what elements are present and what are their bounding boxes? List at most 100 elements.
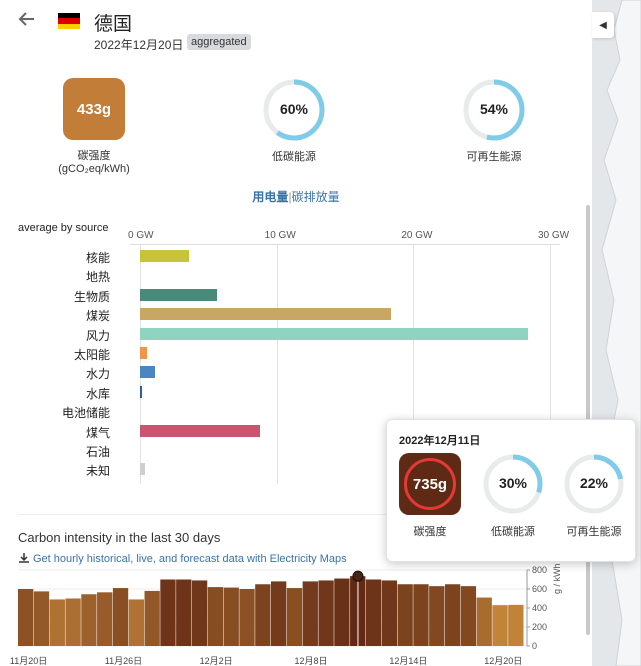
- collapse-panel-button[interactable]: ◀: [592, 12, 614, 38]
- history-bar[interactable]: [429, 586, 445, 646]
- api-link[interactable]: Get hourly historical, live, and forecas…: [18, 552, 347, 565]
- history-bar[interactable]: [381, 580, 397, 646]
- source-chart-title: average by source: [18, 222, 109, 234]
- x-tick-label: 30 GW: [538, 230, 570, 241]
- history-bar[interactable]: [239, 589, 255, 646]
- source-bar[interactable]: [140, 250, 190, 262]
- y-tick-label: 600: [532, 584, 547, 594]
- x-tick-label: 11月26日: [104, 656, 143, 666]
- y-tick-label: 400: [532, 603, 547, 613]
- x-tick-label: 12月2日: [199, 656, 233, 666]
- history-bar[interactable]: [365, 579, 382, 647]
- history-bar[interactable]: [255, 584, 271, 646]
- axis-line: [130, 244, 560, 245]
- history-bar[interactable]: [49, 599, 65, 646]
- gridline: [276, 244, 278, 484]
- source-label: 石油: [85, 445, 110, 459]
- source-bar[interactable]: [140, 366, 156, 379]
- tooltip-low-carbon-label: 低碳能源: [491, 526, 535, 538]
- source-label: 水力: [85, 367, 110, 382]
- low-carbon-label: 低碳能源: [272, 151, 316, 163]
- renewable-label: 可再生能源: [466, 151, 522, 163]
- source-label: 煤炭: [85, 309, 110, 324]
- history-bar[interactable]: [207, 587, 224, 646]
- history-title: Carbon intensity in the last 30 days: [18, 530, 221, 545]
- history-bar-chart[interactable]: 800 600 400 200 0: [0, 565, 592, 666]
- source-label: 电池储能: [61, 406, 110, 421]
- selection-marker[interactable]: [352, 570, 364, 582]
- map-area[interactable]: [592, 0, 641, 666]
- tooltip-renewable-value: 22%: [579, 475, 609, 491]
- history-bar[interactable]: [476, 597, 492, 646]
- x-tick-label: 0 GW: [128, 230, 154, 241]
- toggle-consumption[interactable]: 用电量: [252, 190, 288, 204]
- source-bar[interactable]: [140, 385, 142, 398]
- history-bar[interactable]: [160, 579, 176, 647]
- history-y-label: g / kWh: [552, 563, 562, 594]
- x-tick-label: 10 GW: [264, 230, 296, 241]
- renewable-value: 54%: [479, 101, 509, 117]
- source-label: 风力: [85, 328, 110, 343]
- source-label: 煤气: [85, 425, 110, 440]
- history-bar[interactable]: [112, 588, 129, 646]
- history-bar[interactable]: [444, 584, 461, 646]
- germany-flag-icon: [58, 13, 80, 30]
- history-bar[interactable]: [176, 579, 192, 647]
- history-bar[interactable]: [460, 586, 477, 646]
- download-icon: [18, 552, 30, 564]
- history-bar[interactable]: [97, 592, 113, 646]
- history-bar[interactable]: [18, 589, 34, 646]
- source-bar[interactable]: [140, 347, 147, 359]
- tooltip-card: 2022年12月11日 735g 碳强度 30% 低碳能源 22% 可再生能源: [386, 419, 636, 562]
- gridline: [140, 244, 141, 484]
- toggle-emissions[interactable]: 碳排放量: [292, 190, 340, 204]
- history-bar[interactable]: [397, 584, 413, 646]
- history-bar[interactable]: [144, 590, 160, 646]
- x-tick-label: 12月20日: [484, 656, 523, 666]
- source-label: 核能: [85, 251, 110, 265]
- api-link-text: Get hourly historical, live, and forecas…: [33, 553, 347, 565]
- history-bar[interactable]: [223, 587, 239, 646]
- source-bar[interactable]: [140, 463, 146, 476]
- source-label: 水库: [85, 386, 110, 401]
- tooltip-intensity-square: 735g: [399, 453, 461, 515]
- history-bar[interactable]: [271, 581, 287, 646]
- source-label: 生物质: [73, 289, 110, 304]
- history-bar[interactable]: [508, 604, 524, 646]
- history-bar[interactable]: [492, 605, 508, 646]
- source-bar[interactable]: [140, 327, 529, 340]
- aggregated-badge: aggregated: [187, 34, 251, 50]
- history-bar[interactable]: [191, 580, 208, 646]
- tooltip-renewable-label: 可再生能源: [566, 526, 622, 538]
- history-bar[interactable]: [286, 588, 303, 646]
- low-carbon-value: 60%: [279, 101, 309, 117]
- tooltip-intensity-label: 碳强度: [413, 526, 447, 538]
- carbon-intensity-label: 碳强度 (gCO₂eq/kWh): [58, 150, 130, 175]
- history-bar[interactable]: [65, 598, 81, 647]
- source-bar[interactable]: [140, 424, 261, 437]
- zone-name: 德国: [94, 14, 133, 35]
- source-bar[interactable]: [140, 308, 392, 321]
- source-label: 地热: [85, 270, 110, 285]
- x-tick-label: 12月14日: [389, 656, 428, 666]
- x-tick-label: 12月8日: [294, 656, 328, 666]
- zone-details-panel: 德国 2022年12月20日 aggregated 433g 碳强度 (gCO₂…: [0, 0, 592, 666]
- y-tick-label: 800: [532, 565, 547, 575]
- zone-date: 2022年12月20日: [94, 38, 184, 52]
- history-bar[interactable]: [128, 599, 144, 646]
- history-bar[interactable]: [318, 580, 334, 646]
- source-bar[interactable]: [140, 288, 217, 301]
- y-tick-label: 0: [532, 641, 537, 651]
- back-arrow-icon[interactable]: [16, 8, 38, 30]
- history-bar[interactable]: [302, 581, 318, 646]
- history-bar[interactable]: [334, 578, 350, 646]
- source-label: 未知: [85, 464, 110, 479]
- history-bar[interactable]: [413, 584, 429, 646]
- display-toggle: 用电量|碳排放量: [0, 188, 592, 205]
- x-tick-label: 11月20日: [9, 656, 48, 666]
- x-tick-label: 20 GW: [401, 230, 433, 241]
- y-tick-label: 200: [532, 622, 547, 632]
- history-bar[interactable]: [81, 594, 97, 646]
- history-bar[interactable]: [33, 591, 50, 646]
- tooltip-low-carbon-value: 30%: [498, 475, 528, 491]
